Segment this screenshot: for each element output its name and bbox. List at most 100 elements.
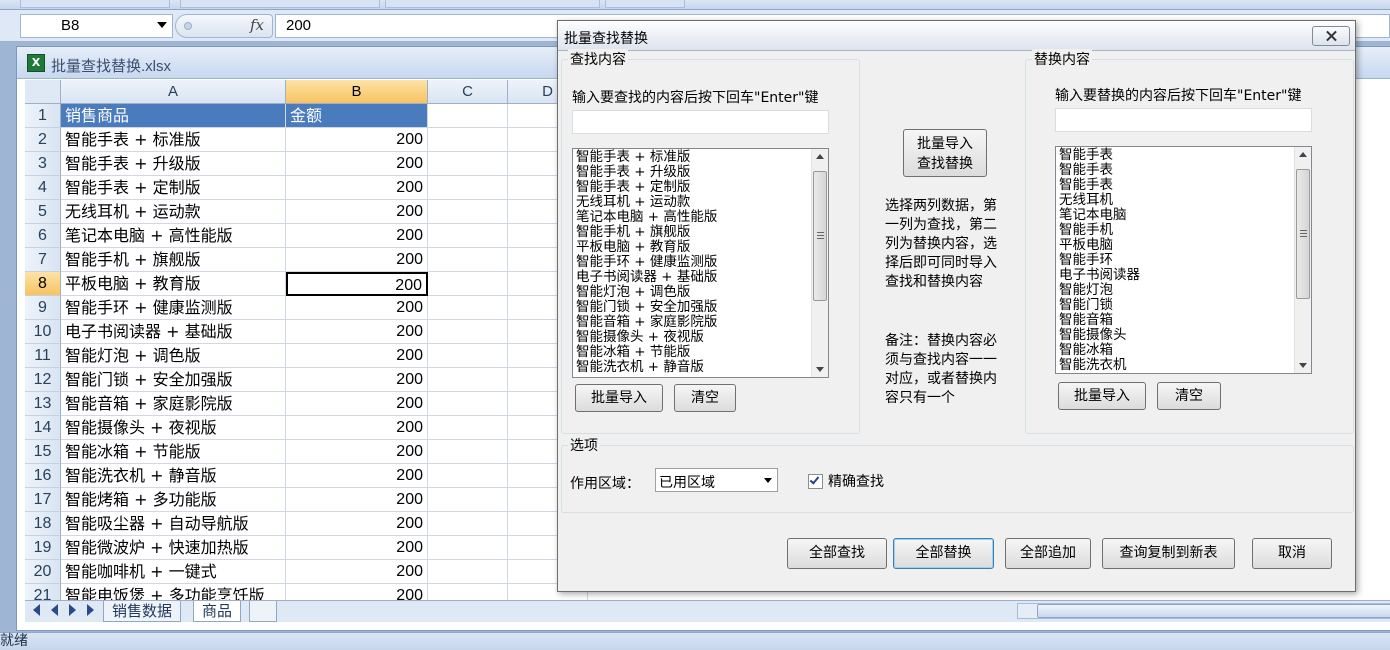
ribbon-group[interactable] [605,0,685,8]
cell-c[interactable] [428,200,508,224]
cell-b[interactable]: 200 [286,200,428,224]
cell-b[interactable]: 200 [286,152,428,176]
cell-b[interactable]: 200 [286,416,428,440]
cell-b[interactable]: 200 [286,296,428,320]
replace-all-button[interactable]: 全部替换 [893,538,994,569]
find-import-button[interactable]: 批量导入 [575,384,663,412]
cell-b[interactable]: 200 [286,224,428,248]
fx-icon[interactable]: fx [250,16,264,34]
chevron-down-icon[interactable] [157,22,167,28]
list-item[interactable]: 智能手表 [1059,178,1140,193]
cell-a[interactable]: 智能手机 + 旗舰版 [61,248,286,272]
cancel-button[interactable]: 取消 [1252,538,1332,569]
replace-list[interactable]: 智能手表 智能手表 智能手表 无线耳机 笔记本电脑 智能手机 平板电脑 智能手环 电子书阅读器智… [1055,146,1312,374]
cell-c[interactable] [428,488,508,512]
ribbon-group[interactable] [180,0,380,8]
cell-a[interactable]: 智能烤箱 + 多功能版 [61,488,286,512]
row-header[interactable]: 15 [25,440,61,464]
cell-b[interactable]: 200 [286,512,428,536]
cell-a[interactable]: 智能灯泡 + 调色版 [61,344,286,368]
cell-b[interactable]: 金额 [286,104,428,128]
list-item[interactable]: 智能手表 + 升级版 [576,165,717,180]
next-sheet-icon[interactable] [69,604,76,616]
cell-c[interactable] [428,176,508,200]
cell-a[interactable]: 智能吸尘器 + 自动导航版 [61,512,286,536]
list-item[interactable]: 笔记本电脑 + 高性能版 [576,210,717,225]
import-both-button[interactable]: 批量导入 查找替换 [903,129,987,177]
row-header[interactable]: 1 [25,104,61,128]
cell-c[interactable] [428,560,508,584]
cell-c[interactable] [428,272,508,296]
cell-a[interactable]: 智能微波炉 + 快速加热版 [61,536,286,560]
cell-a[interactable]: 智能手表 + 标准版 [61,128,286,152]
row-header[interactable]: 18 [25,512,61,536]
cell-b[interactable]: 200 [286,392,428,416]
cell-a[interactable]: 智能手表 + 升级版 [61,152,286,176]
replace-list-scrollbar[interactable] [1294,147,1311,373]
list-item[interactable]: 智能音箱 [1059,313,1140,328]
prev-sheet-icon[interactable] [51,604,58,616]
cell-a[interactable]: 智能咖啡机 + 一键式 [61,560,286,584]
row-header[interactable]: 3 [25,152,61,176]
cell-c[interactable] [428,104,508,128]
row-header[interactable]: 11 [25,344,61,368]
scroll-up-icon[interactable] [1299,152,1307,157]
list-item[interactable]: 智能门锁 [1059,298,1140,313]
scroll-down-icon[interactable] [1299,363,1307,368]
row-header[interactable]: 19 [25,536,61,560]
cell-a[interactable]: 智能音箱 + 家庭影院版 [61,392,286,416]
list-item[interactable]: 智能手表 [1059,148,1140,163]
row-header[interactable]: 7 [25,248,61,272]
row-header[interactable]: 6 [25,224,61,248]
cell-a[interactable]: 智能手环 + 健康监测版 [61,296,286,320]
cell-c[interactable] [428,416,508,440]
row-header[interactable]: 2 [25,128,61,152]
first-sheet-icon[interactable] [33,604,40,616]
row-header[interactable]: 20 [25,560,61,584]
row-header[interactable]: 8 [25,272,61,296]
column-header-b[interactable]: B [286,80,428,104]
scroll-up-icon[interactable] [816,154,824,159]
list-item[interactable]: 智能灯泡 [1059,283,1140,298]
scope-select[interactable]: 已用区域 [655,468,778,492]
list-item[interactable]: 智能手机 [1059,223,1140,238]
find-clear-button[interactable]: 清空 [674,384,736,412]
list-item[interactable]: 智能门锁 + 安全加强版 [576,300,717,315]
cell-a[interactable]: 销售商品 [61,104,286,128]
cell-a[interactable]: 智能门锁 + 安全加强版 [61,368,286,392]
row-header[interactable]: 5 [25,200,61,224]
find-list[interactable]: 智能手表 + 标准版 智能手表 + 升级版 智能手表 + 定制版 无线耳机 + 运动款… [572,148,829,378]
ribbon-group[interactable] [385,0,600,8]
cell-a[interactable]: 智能摄像头 + 夜视版 [61,416,286,440]
column-header-c[interactable]: C [428,80,508,104]
append-all-button[interactable]: 全部追加 [1005,538,1091,569]
list-item[interactable]: 智能手表 [1059,163,1140,178]
list-item[interactable]: 智能手环 + 健康监测版 [576,255,717,270]
sheet-tab-products[interactable]: 商品 [193,601,242,622]
formula-insert-function[interactable]: fx [175,14,273,38]
row-header[interactable]: 9 [25,296,61,320]
list-item[interactable]: 智能洗衣机 [1059,358,1140,373]
last-sheet-icon[interactable] [87,604,94,616]
replace-import-button[interactable]: 批量导入 [1058,382,1146,410]
scroll-thumb[interactable] [813,171,827,301]
cell-c[interactable] [428,224,508,248]
replace-input[interactable] [1055,108,1312,132]
list-item[interactable]: 智能手环 [1059,253,1140,268]
cell-a[interactable]: 电子书阅读器 + 基础版 [61,320,286,344]
column-header-a[interactable]: A [61,80,286,104]
list-item[interactable]: 无线耳机 [1059,193,1140,208]
cell-a[interactable]: 智能手表 + 定制版 [61,176,286,200]
cell-c[interactable] [428,512,508,536]
cell-b[interactable]: 200 [286,488,428,512]
cell-b[interactable]: 200 [286,584,428,600]
active-cell[interactable]: 200 [286,272,428,296]
list-item[interactable]: 智能冰箱 [1059,343,1140,358]
cell-c[interactable] [428,464,508,488]
find-input[interactable] [572,110,829,134]
cell-a[interactable]: 智能洗衣机 + 静音版 [61,464,286,488]
cell-c[interactable] [428,128,508,152]
row-header[interactable]: 14 [25,416,61,440]
row-header[interactable]: 10 [25,320,61,344]
list-item[interactable]: 智能音箱 + 家庭影院版 [576,315,717,330]
